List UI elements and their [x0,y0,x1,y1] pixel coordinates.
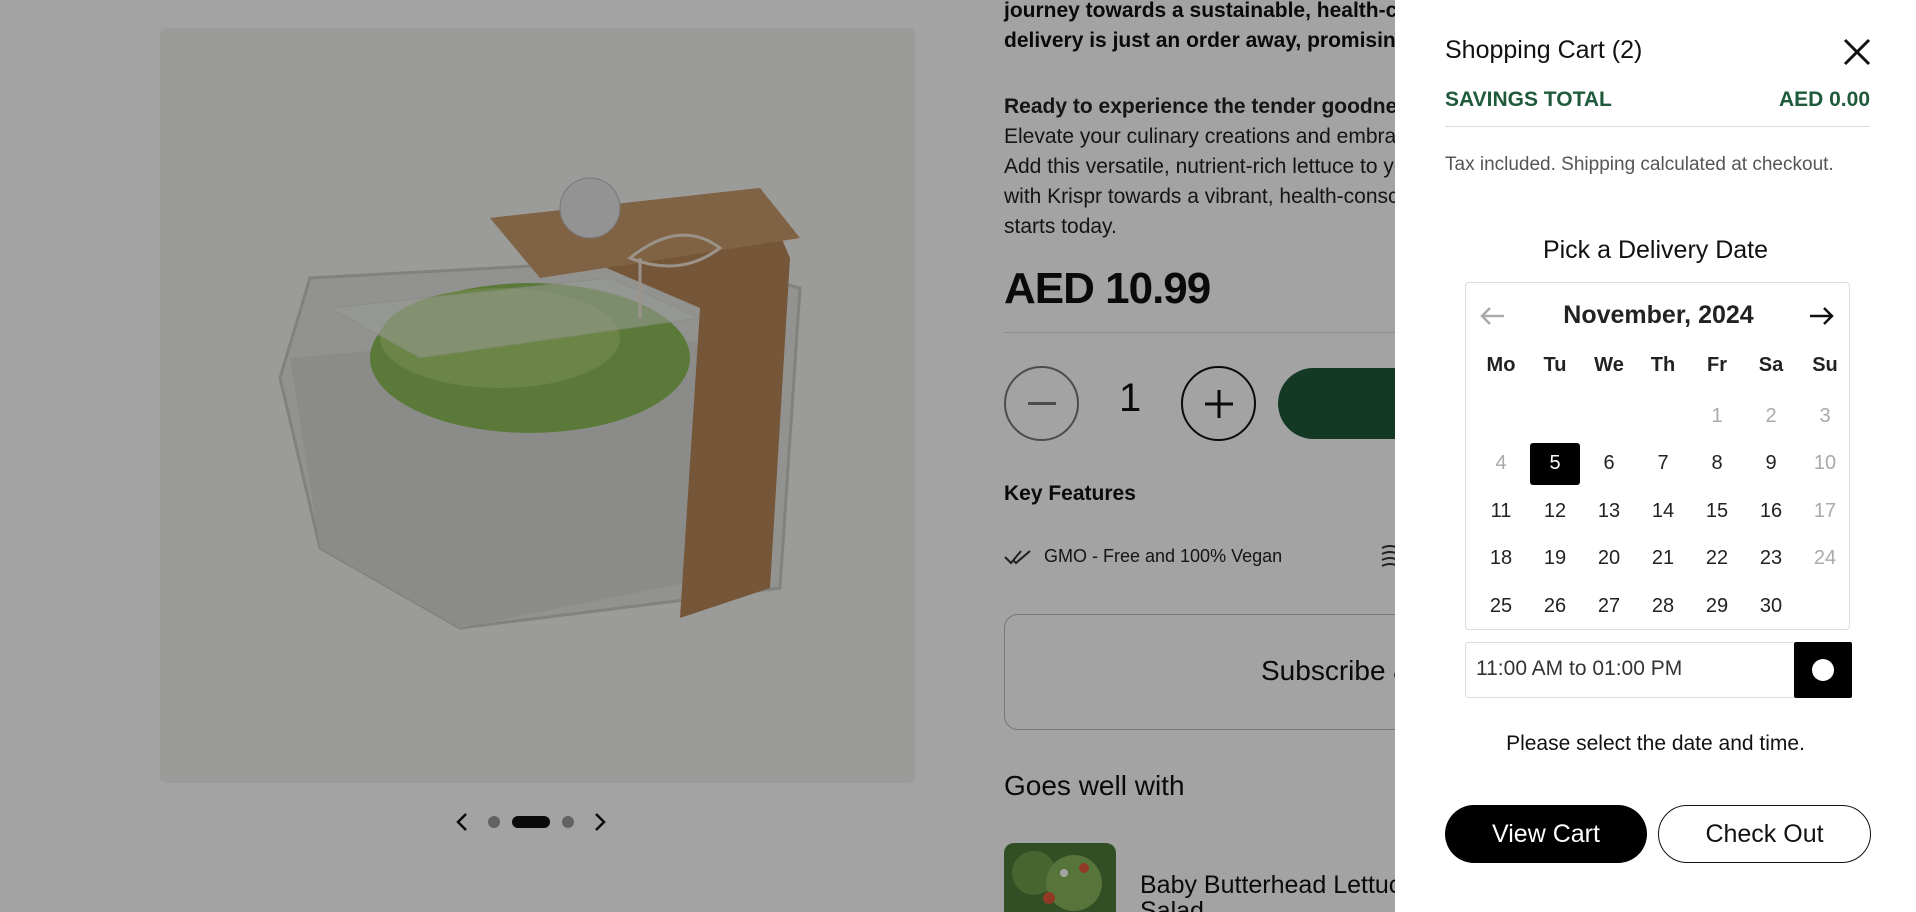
calendar-weekday: Su [1812,354,1838,376]
calendar-day-number: 8 [1711,452,1723,475]
calendar-day-number: 24 [1813,547,1837,570]
calendar-day[interactable]: 23 [1744,535,1798,583]
calendar-day[interactable]: 25 [1474,583,1528,631]
calendar-day[interactable]: 19 [1528,535,1582,583]
savings-row: SAVINGS TOTAL AED 0.00 [1445,88,1870,112]
calendar-day: 3 [1798,393,1852,441]
calendar-day[interactable]: 21 [1636,535,1690,583]
calendar-day-number: 17 [1813,499,1837,522]
tax-note: Tax included. Shipping calculated at che… [1445,154,1834,175]
calendar-day[interactable]: 26 [1528,583,1582,631]
calendar-day-number: 14 [1651,499,1675,522]
calendar-month-label: November, 2024 [1563,301,1754,329]
circle-icon [1812,659,1834,681]
calendar-day-number: 12 [1543,499,1567,522]
savings-value: AED 0.00 [1778,88,1870,111]
calendar-day[interactable]: 7 [1636,440,1690,488]
calendar-weekday: Tu [1543,354,1567,376]
time-slot-select[interactable]: 11:00 AM to 01:00 PM [1465,642,1795,698]
cart-drawer: Shopping Cart (2) SAVINGS TOTAL AED 0.00… [1395,0,1916,912]
calendar-day-number: 26 [1543,594,1567,617]
calendar-day-number: 9 [1765,452,1777,475]
calendar-day-number: 28 [1651,594,1675,617]
calendar-day[interactable]: 27 [1582,583,1636,631]
calendar-empty-cell [1528,393,1582,441]
calendar-day[interactable]: 14 [1636,488,1690,536]
calendar-day-number: 15 [1705,499,1729,522]
calendar-day[interactable]: 18 [1474,535,1528,583]
calendar-day: 4 [1474,440,1528,488]
calendar-day-number: 1 [1711,404,1723,427]
calendar-day[interactable]: 30 [1744,583,1798,631]
calendar-empty-cell [1474,393,1528,441]
calendar-weekday: We [1594,354,1624,376]
calendar-day-number: 27 [1597,594,1621,617]
modal-backdrop[interactable] [0,0,1395,912]
calendar-weekday: Sa [1758,354,1784,376]
calendar-day[interactable]: 8 [1690,440,1744,488]
calendar-grid: Mo Tu We Th Fr Sa Su 1 2 3 4 5 6 7 8 9 10 11 12 13 14 15 16 17 1… [1474,345,1852,630]
calendar-day[interactable]: 29 [1690,583,1744,631]
calendar-day[interactable]: 22 [1690,535,1744,583]
calendar-empty-cell [1636,393,1690,441]
calendar-day-number: 5 [1530,442,1580,485]
calendar-day[interactable]: 28 [1636,583,1690,631]
calendar-next-arrow-right-icon[interactable] [1806,301,1836,331]
calendar-day-number: 16 [1759,499,1783,522]
calendar-day-selected[interactable]: 5 [1528,440,1582,488]
calendar-day-number: 25 [1489,594,1513,617]
calendar-day: 2 [1744,393,1798,441]
calendar-day[interactable]: 20 [1582,535,1636,583]
calendar-day-number: 7 [1657,452,1669,475]
calendar-day: 1 [1690,393,1744,441]
calendar-day[interactable]: 12 [1528,488,1582,536]
calendar-day-number: 6 [1603,452,1615,475]
select-date-time-note: Please select the date and time. [1506,732,1805,755]
calendar-day-number: 22 [1705,547,1729,570]
calendar-empty-cell [1582,393,1636,441]
calendar-day[interactable]: 13 [1582,488,1636,536]
calendar-day[interactable]: 15 [1690,488,1744,536]
calendar-day-number: 11 [1490,499,1512,522]
time-slot-toggle-button[interactable] [1794,642,1852,698]
view-cart-button[interactable]: View Cart [1445,805,1647,863]
calendar-weekday: Mo [1486,354,1516,376]
calendar-day-number: 29 [1705,594,1729,617]
delivery-calendar: November, 2024 Mo Tu We Th Fr Sa Su 1 2 3 4 5 6 7 8 9 10… [1465,282,1850,630]
calendar-day-number: 19 [1543,547,1567,570]
calendar-day-number: 3 [1819,404,1831,427]
calendar-header: November, 2024 [1466,299,1851,333]
calendar-day-number: 4 [1495,452,1507,475]
calendar-day[interactable]: 6 [1582,440,1636,488]
calendar-day-number: 13 [1597,499,1621,522]
calendar-day[interactable]: 11 [1474,488,1528,536]
calendar-day-number: 30 [1759,594,1783,617]
checkout-button[interactable]: Check Out [1658,805,1871,863]
divider [1445,126,1870,127]
calendar-day-number: 21 [1651,547,1675,570]
calendar-weekday: Th [1650,354,1676,376]
calendar-day-number: 23 [1759,547,1783,570]
calendar-day: 10 [1798,440,1852,488]
close-icon[interactable] [1841,36,1873,68]
savings-label: SAVINGS TOTAL [1445,88,1612,111]
calendar-day-number: 20 [1597,547,1621,570]
delivery-date-title: Pick a Delivery Date [1542,236,1769,264]
calendar-day: 17 [1798,488,1852,536]
calendar-day-number: 10 [1813,452,1837,475]
calendar-weekday: Fr [1707,354,1727,376]
calendar-day: 24 [1798,535,1852,583]
cart-title: Shopping Cart (2) [1445,36,1643,64]
calendar-day[interactable]: 9 [1744,440,1798,488]
calendar-day-number: 18 [1489,547,1513,570]
calendar-day[interactable]: 16 [1744,488,1798,536]
calendar-day-number: 2 [1765,404,1777,427]
